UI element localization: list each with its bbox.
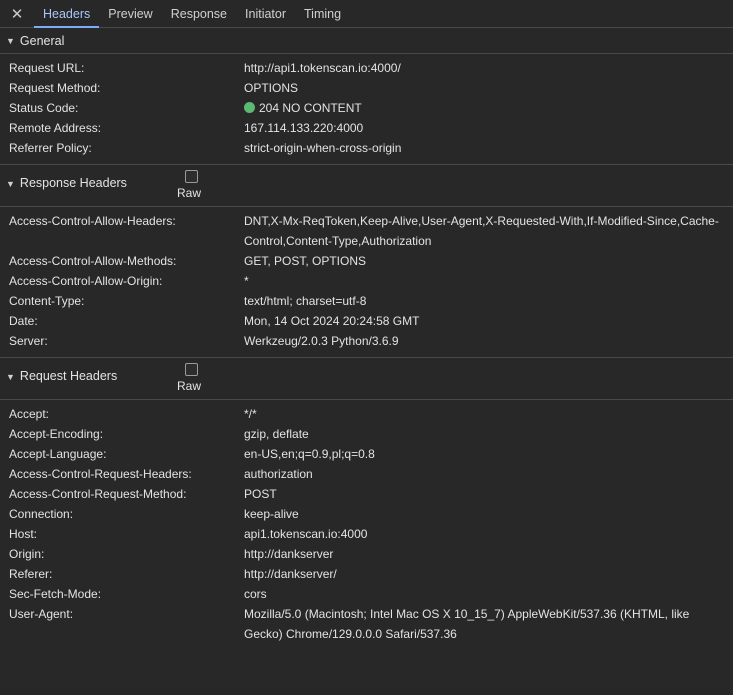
section-title: General: [19, 33, 65, 48]
raw-label: Raw: [176, 379, 201, 393]
raw-label: Raw: [176, 186, 201, 200]
header-row: Accept-Language: en-US,en;q=0.9,pl;q=0.8: [0, 444, 733, 464]
header-value: Mon, 14 Oct 2024 20:24:58 GMT: [244, 314, 420, 328]
header-key: Access-Control-Request-Method:: [9, 487, 187, 501]
header-row: Accept-Encoding: gzip, deflate: [0, 424, 733, 444]
header-key: Date:: [9, 314, 38, 328]
header-row: Access-Control-Request-Headers: authoriz…: [0, 464, 733, 484]
header-key: Sec-Fetch-Mode:: [9, 587, 102, 601]
header-value: en-US,en;q=0.9,pl;q=0.8: [244, 447, 375, 461]
section-title: Request Headers: [19, 369, 118, 383]
header-key: Request URL:: [9, 61, 85, 75]
header-key: Referrer Policy:: [9, 141, 92, 155]
triangle-down-icon: ▼: [6, 35, 15, 46]
header-key: Referer:: [9, 567, 53, 581]
header-value: authorization: [244, 467, 313, 481]
header-value: text/html; charset=utf-8: [244, 294, 367, 308]
status-code-value: 204 NO CONTENT: [244, 98, 719, 118]
header-row: Access-Control-Allow-Origin: *: [0, 271, 733, 291]
headers-panel: ▼ General Request URL: http://api1.token…: [0, 28, 733, 650]
header-key: Access-Control-Allow-Methods:: [9, 254, 177, 268]
header-key: Accept:: [9, 407, 50, 421]
header-key: Server:: [9, 334, 48, 348]
header-key: Access-Control-Allow-Headers:: [9, 214, 176, 228]
response-raw-checkbox[interactable]: [184, 170, 198, 183]
header-row: Request Method: OPTIONS: [0, 78, 733, 98]
header-row: Status Code: 204 NO CONTENT: [0, 98, 733, 118]
request-raw-checkbox[interactable]: [184, 363, 198, 376]
header-row: Origin: http://dankserver: [0, 544, 733, 564]
header-key: Remote Address:: [9, 121, 102, 135]
header-value: OPTIONS: [244, 81, 299, 95]
header-key: Connection:: [9, 507, 74, 521]
tab-response[interactable]: Response: [162, 0, 236, 27]
header-row: Server: Werkzeug/2.0.3 Python/3.6.9: [0, 331, 733, 351]
header-key: Content-Type:: [9, 294, 85, 308]
header-row: Referrer Policy: strict-origin-when-cros…: [0, 138, 733, 158]
header-key: Accept-Language:: [9, 447, 107, 461]
header-value: *: [244, 274, 249, 288]
request-headers-section-header[interactable]: ▼ Request Headers Raw: [0, 358, 733, 400]
tab-headers[interactable]: Headers: [34, 0, 100, 28]
header-row: Request URL: http://api1.tokenscan.io:40…: [0, 58, 733, 78]
header-key: User-Agent:: [9, 607, 74, 621]
header-value: 167.114.133.220:4000: [244, 121, 364, 135]
response-raw-toggle: Raw: [176, 170, 202, 200]
header-row: Access-Control-Request-Method: POST: [0, 484, 733, 504]
header-key: Request Method:: [9, 81, 101, 95]
header-value: http://dankserver/: [244, 567, 337, 581]
tab-bar: ✕ Headers Preview Response Initiator Tim…: [0, 0, 733, 28]
header-value: Werkzeug/2.0.3 Python/3.6.9: [244, 334, 399, 348]
header-row: Content-Type: text/html; charset=utf-8: [0, 291, 733, 311]
header-row: Access-Control-Allow-Methods: GET, POST,…: [0, 251, 733, 271]
header-row: Referer: http://dankserver/: [0, 564, 733, 584]
tab-initiator[interactable]: Initiator: [236, 0, 295, 27]
header-value: http://api1.tokenscan.io:4000/: [244, 61, 401, 75]
header-row: Accept: */*: [0, 404, 733, 424]
header-key: Host:: [9, 527, 38, 541]
header-row: Sec-Fetch-Mode: cors: [0, 584, 733, 604]
status-ok-dot-icon: [244, 102, 255, 113]
header-value: strict-origin-when-cross-origin: [244, 141, 402, 155]
header-value: api1.tokenscan.io:4000: [244, 527, 368, 541]
header-value: POST: [244, 487, 277, 501]
header-value: DNT,X-Mx-ReqToken,Keep-Alive,User-Agent,…: [244, 214, 719, 248]
header-row: User-Agent: Mozilla/5.0 (Macintosh; Inte…: [0, 604, 733, 644]
triangle-down-icon: ▼: [6, 372, 15, 382]
header-row: Access-Control-Allow-Headers: DNT,X-Mx-R…: [0, 211, 733, 251]
header-key: Origin:: [9, 547, 45, 561]
header-row: Host: api1.tokenscan.io:4000: [0, 524, 733, 544]
tab-preview[interactable]: Preview: [99, 0, 161, 27]
header-key: Access-Control-Allow-Origin:: [9, 274, 163, 288]
request-header-rows: Accept: */* Accept-Encoding: gzip, defla…: [0, 400, 733, 650]
header-key: Access-Control-Request-Headers:: [9, 467, 192, 481]
request-raw-toggle: Raw: [176, 363, 202, 393]
close-icon[interactable]: ✕: [0, 0, 34, 27]
response-headers-section-header[interactable]: ▼ Response Headers Raw: [0, 165, 733, 207]
header-value: keep-alive: [244, 507, 299, 521]
header-row: Connection: keep-alive: [0, 504, 733, 524]
tab-timing[interactable]: Timing: [295, 0, 350, 27]
section-title: Response Headers: [19, 176, 127, 190]
response-header-rows: Access-Control-Allow-Headers: DNT,X-Mx-R…: [0, 207, 733, 358]
header-value: */*: [244, 407, 257, 421]
header-key: Accept-Encoding:: [9, 427, 104, 441]
header-row: Date: Mon, 14 Oct 2024 20:24:58 GMT: [0, 311, 733, 331]
status-code-text: 204 NO CONTENT: [259, 101, 362, 115]
header-value: cors: [244, 587, 267, 601]
general-section-header[interactable]: ▼ General: [0, 28, 733, 54]
header-key: Status Code:: [9, 101, 79, 115]
header-value: Mozilla/5.0 (Macintosh; Intel Mac OS X 1…: [244, 607, 690, 641]
header-value: http://dankserver: [244, 547, 334, 561]
header-row: Remote Address: 167.114.133.220:4000: [0, 118, 733, 138]
header-value: gzip, deflate: [244, 427, 309, 441]
general-rows: Request URL: http://api1.tokenscan.io:40…: [0, 54, 733, 165]
triangle-down-icon: ▼: [6, 179, 15, 189]
header-value: GET, POST, OPTIONS: [244, 254, 367, 268]
